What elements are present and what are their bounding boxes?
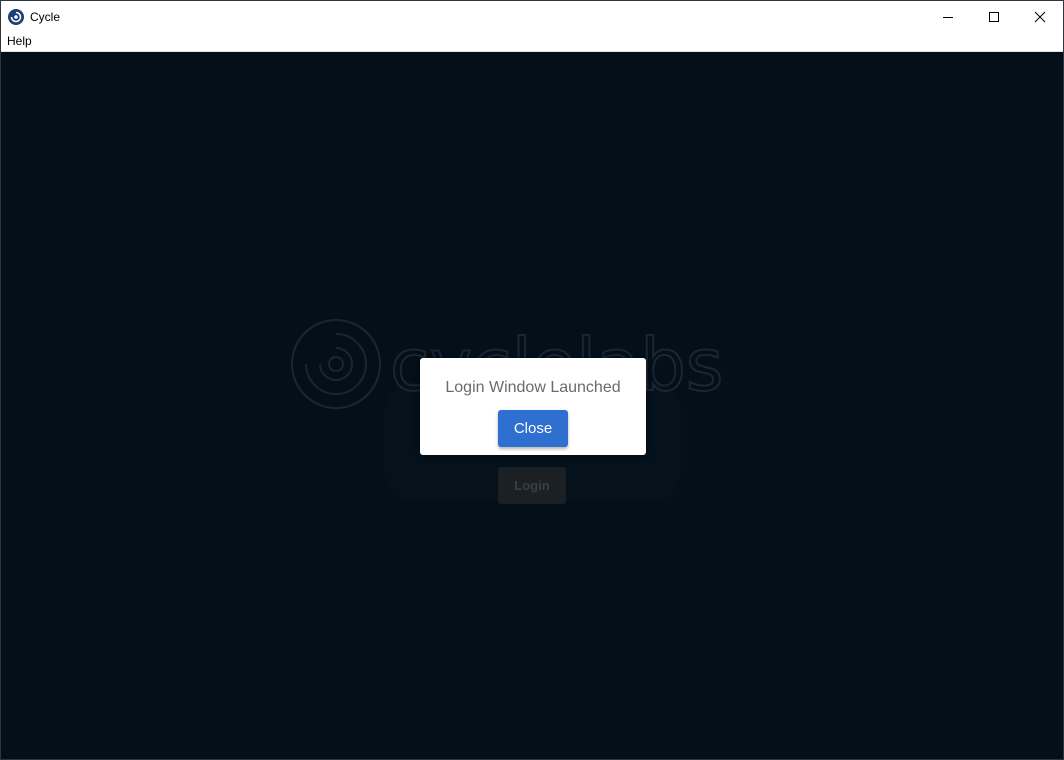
minimize-icon bbox=[943, 16, 953, 18]
close-icon bbox=[1034, 11, 1046, 22]
menu-bar: Help bbox=[1, 32, 1063, 52]
title-bar[interactable]: Cycle bbox=[1, 1, 1063, 32]
maximize-icon bbox=[989, 11, 999, 22]
dialog-close-button[interactable]: Close bbox=[498, 410, 568, 447]
menu-item-help[interactable]: Help bbox=[7, 34, 32, 48]
app-window: Cycle Help Login Login Window Launched C… bbox=[0, 0, 1064, 760]
login-launched-dialog: Login Window Launched Close bbox=[420, 358, 646, 455]
login-button: Login bbox=[498, 467, 566, 504]
minimize-button[interactable] bbox=[925, 1, 971, 32]
window-controls bbox=[925, 1, 1063, 32]
close-button[interactable] bbox=[1017, 1, 1063, 32]
cycle-app-icon bbox=[8, 8, 24, 25]
dialog-message: Login Window Launched bbox=[445, 379, 621, 396]
window-title: Cycle bbox=[30, 9, 61, 24]
maximize-button[interactable] bbox=[971, 1, 1017, 32]
